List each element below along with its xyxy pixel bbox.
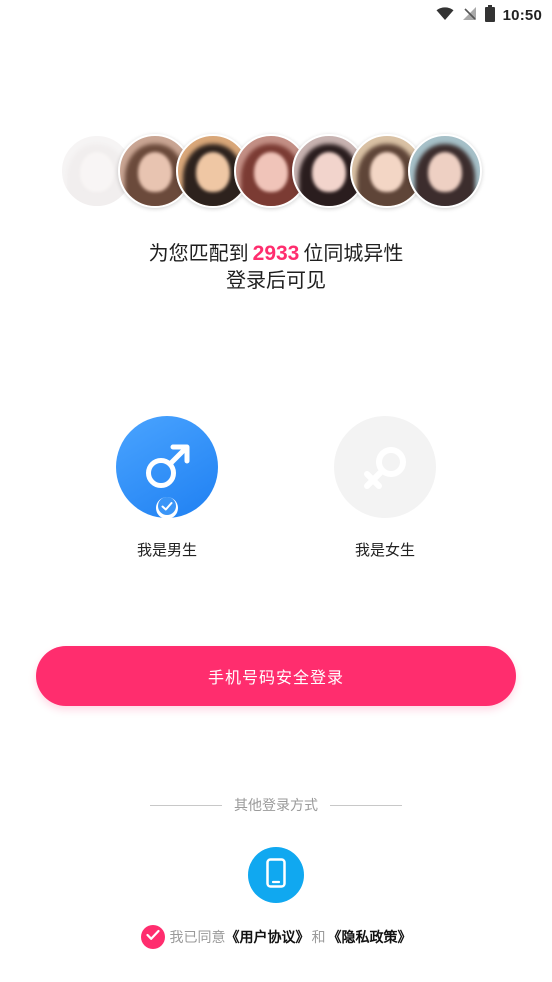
check-icon [158, 497, 176, 519]
status-icons: 10:50 [436, 4, 542, 26]
avatar-strip [60, 134, 482, 208]
agreement-checkbox[interactable] [140, 925, 165, 949]
agreement-prefix: 我已同意 [169, 930, 226, 946]
match-count: 2933 [252, 242, 300, 265]
gender-female-option[interactable]: 我是女生 [333, 416, 437, 560]
selected-check-badge [156, 497, 178, 519]
divider-line-left [150, 804, 222, 806]
match-line-2: 登录后可见 [226, 268, 326, 292]
phone-number-login-button[interactable]: 手机号码安全登录 [36, 646, 516, 706]
female-circle[interactable] [334, 416, 436, 518]
male-label: 我是男生 [136, 541, 197, 559]
divider-line-right [330, 804, 402, 806]
avatar-7 [408, 134, 482, 208]
match-suffix: 位同城异性 [303, 241, 404, 265]
mobile-phone-icon [266, 858, 286, 892]
match-info: 为您匹配到 2933 位同城异性 登录后可见 [0, 240, 552, 293]
other-login-divider: 其他登录方式 [0, 795, 552, 815]
match-line-1: 为您匹配到 2933 位同城异性 [0, 240, 552, 267]
female-symbol-icon [358, 442, 412, 500]
user-agreement-link[interactable]: 《用户协议》 [226, 927, 310, 947]
privacy-policy-link[interactable]: 《隐私政策》 [328, 927, 412, 947]
wifi-icon [436, 6, 454, 25]
phone-login-button[interactable] [248, 847, 304, 903]
no-signal-icon [462, 6, 477, 25]
match-prefix: 为您匹配到 [148, 241, 249, 265]
male-circle[interactable] [116, 416, 218, 519]
battery-icon [484, 4, 495, 26]
other-login-label: 其他登录方式 [234, 798, 318, 814]
checkmark-icon [145, 929, 160, 945]
status-bar: 10:50 [0, 0, 552, 30]
male-symbol-icon [142, 440, 194, 496]
agreement-row: 我已同意 《用户协议》 和 《隐私政策》 [0, 925, 552, 949]
gender-male-option[interactable]: 我是男生 [115, 416, 219, 560]
female-label: 我是女生 [354, 541, 415, 559]
agreement-and: 和 [311, 930, 326, 946]
status-time: 10:50 [502, 6, 542, 24]
